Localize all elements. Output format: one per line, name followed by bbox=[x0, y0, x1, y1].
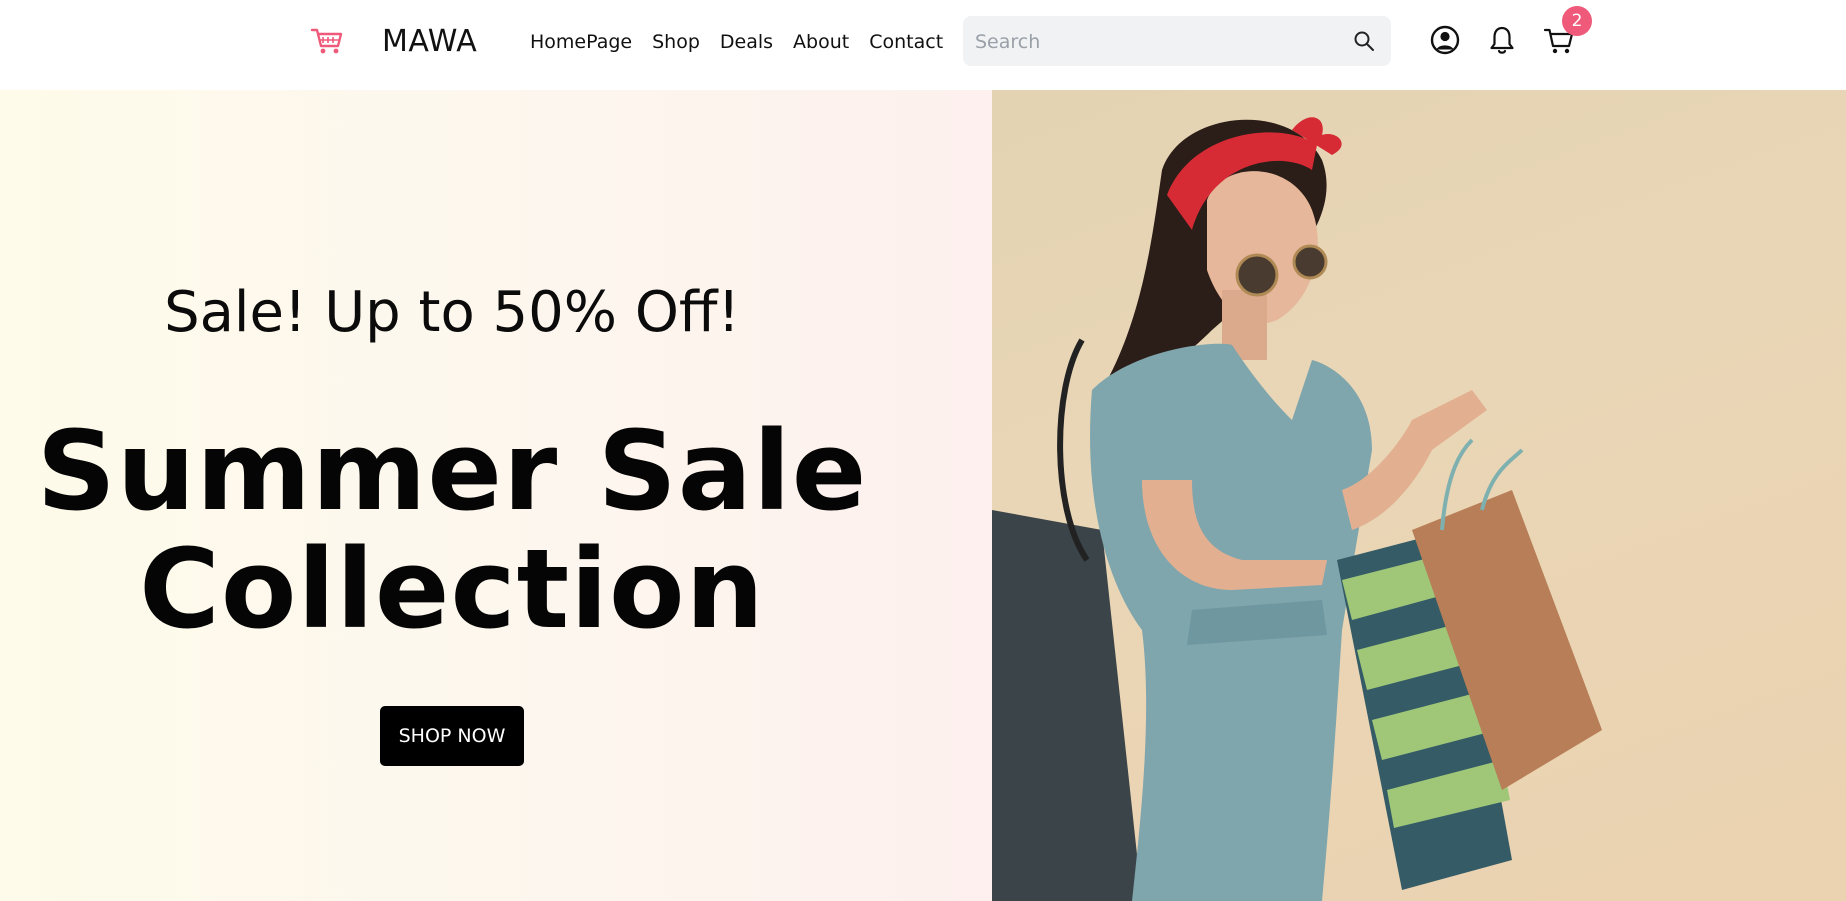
main-nav: HomePage Shop Deals About Contact bbox=[530, 28, 943, 56]
nav-deals[interactable]: Deals bbox=[720, 28, 773, 56]
brand-name[interactable]: MAWA bbox=[382, 22, 477, 62]
hero-banner: Sale! Up to 50% Off! Summer Sale Collect… bbox=[0, 90, 992, 901]
bell-icon[interactable] bbox=[1486, 24, 1518, 56]
nav-about[interactable]: About bbox=[793, 28, 849, 56]
shopper-illustration bbox=[992, 117, 1602, 901]
hero-title-line-1: Summer Sale bbox=[36, 407, 868, 535]
hero-image bbox=[992, 90, 1846, 901]
logo-cart-icon[interactable] bbox=[310, 24, 344, 58]
nav-contact[interactable]: Contact bbox=[869, 28, 943, 56]
search-bar bbox=[963, 16, 1391, 68]
user-account-icon[interactable] bbox=[1429, 24, 1461, 56]
shop-now-button[interactable]: SHOP NOW bbox=[380, 706, 524, 766]
nav-homepage[interactable]: HomePage bbox=[530, 28, 632, 56]
site-header: MAWA HomePage Shop Deals About Contact 2 bbox=[0, 0, 1846, 90]
hero-title-line-2: Collection bbox=[139, 525, 765, 653]
search-input[interactable] bbox=[973, 16, 1317, 68]
search-icon[interactable] bbox=[1353, 30, 1375, 52]
cart-count-badge: 2 bbox=[1562, 6, 1592, 36]
nav-shop[interactable]: Shop bbox=[652, 28, 700, 56]
hero-title: Summer Sale Collection bbox=[0, 412, 904, 648]
hero-subtitle: Sale! Up to 50% Off! bbox=[164, 280, 740, 345]
